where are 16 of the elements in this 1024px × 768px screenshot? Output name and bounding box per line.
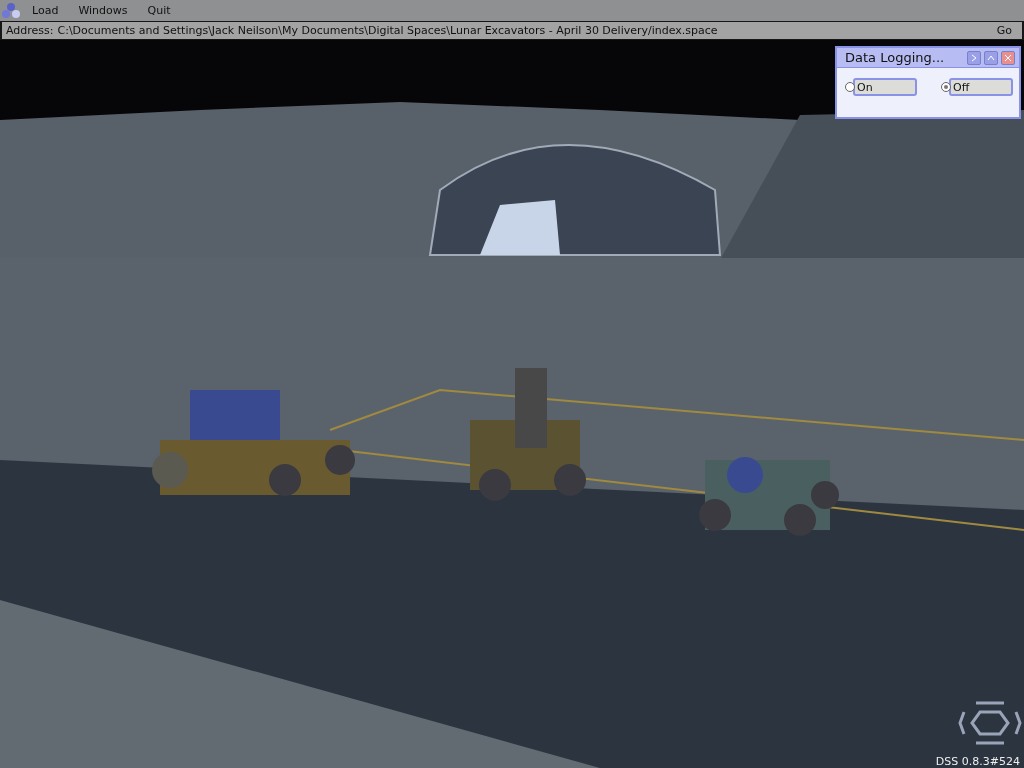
option-button[interactable]: On (853, 78, 917, 96)
hexagon-logo-icon (958, 700, 1022, 746)
app-logo-icon[interactable] (0, 1, 22, 20)
go-button[interactable]: Go (990, 24, 1018, 37)
address-label: Address: (6, 24, 54, 37)
close-icon[interactable] (1001, 50, 1015, 65)
arrow-right-icon[interactable] (967, 50, 981, 65)
version-label: DSS 0.8.3#524 (935, 755, 1020, 768)
menu-item[interactable]: Load (22, 4, 69, 17)
option-button[interactable]: Off (949, 78, 1013, 96)
menu-item[interactable]: Quit (137, 4, 181, 17)
panel-title: Data Logging... (845, 50, 946, 65)
menu-item[interactable]: Windows (68, 4, 138, 17)
address-field[interactable]: Address: C:\Documents and Settings\Jack Neilson\My Documents\Digital Spaces\Lunar Excavators - April 30 Delivery/index.space Go (2, 22, 1022, 39)
address-value: C:\Documents and Settings\Jack Neilson\My Documents\Digital Spaces\Lunar Excavators - April 30 Delivery/index.space (57, 24, 718, 37)
minimize-icon[interactable] (984, 50, 998, 65)
